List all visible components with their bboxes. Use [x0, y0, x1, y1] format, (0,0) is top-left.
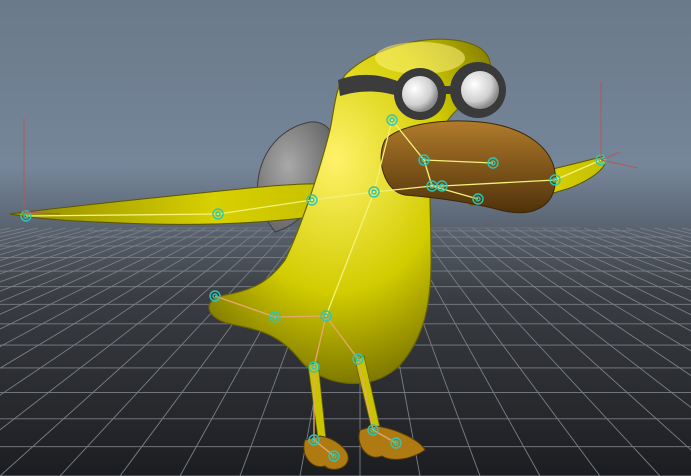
grid-line [569, 227, 691, 272]
grid-line [555, 227, 691, 281]
3d-viewport[interactable] [0, 0, 691, 476]
grid-line [119, 227, 305, 476]
grid-line [667, 227, 691, 235]
left-wing-mesh [9, 183, 351, 225]
grid-line [0, 227, 123, 268]
grid-line [59, 227, 291, 476]
grid-line [541, 227, 691, 291]
grid-line [639, 227, 691, 243]
grid-line [443, 227, 691, 451]
viewport-canvas[interactable] [0, 0, 691, 476]
grid-line [597, 227, 691, 258]
grid-line [0, 227, 235, 369]
grid-line [0, 227, 193, 315]
grid-line [429, 227, 661, 476]
grid-line [681, 227, 691, 231]
grid-line [0, 227, 277, 476]
grid-line [527, 227, 691, 302]
grid-line [0, 227, 109, 261]
grid-line [513, 227, 691, 316]
grid-line [583, 227, 691, 265]
grid-line [0, 227, 249, 396]
grid-line [415, 227, 601, 476]
grid-line [0, 227, 67, 246]
grid-line [0, 227, 151, 283]
grid-line [485, 227, 691, 352]
grid-line [625, 227, 691, 247]
grid-line [499, 227, 691, 332]
